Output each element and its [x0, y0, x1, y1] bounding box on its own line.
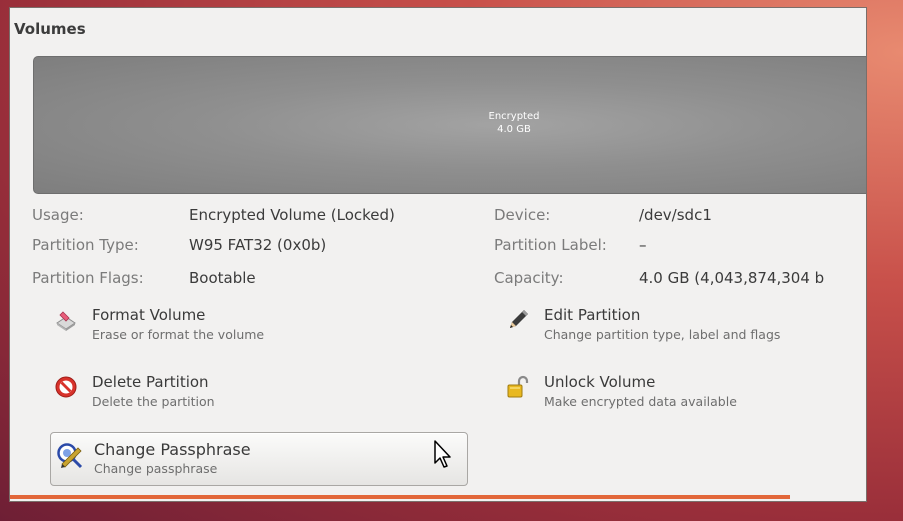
delete-partition-title: Delete Partition	[92, 373, 209, 391]
volume-size: 4.0 GB	[497, 124, 531, 135]
mouse-cursor-icon	[434, 440, 451, 468]
volumes-heading: Volumes	[14, 20, 86, 38]
change-passphrase-button[interactable]: Change Passphrase Change passphrase	[50, 432, 468, 486]
unlock-volume-subtitle: Make encrypted data available	[544, 394, 737, 409]
capacity-value: 4.0 GB (4,043,874,304 b	[639, 269, 825, 287]
change-passphrase-title: Change Passphrase	[94, 440, 251, 459]
volume-label: Encrypted 4.0 GB	[414, 110, 614, 136]
format-volume-subtitle: Erase or format the volume	[92, 327, 265, 342]
device-label: Device:	[494, 206, 551, 224]
passphrase-key-icon	[57, 443, 83, 469]
unlock-icon	[507, 375, 529, 398]
volume-name: Encrypted	[488, 111, 540, 122]
device-value: /dev/sdc1	[639, 206, 712, 224]
capacity-label: Capacity:	[494, 269, 564, 287]
unlock-volume-title: Unlock Volume	[544, 373, 656, 391]
edit-partition-subtitle: Change partition type, label and flags	[544, 327, 781, 342]
pencil-icon	[510, 310, 528, 328]
delete-partition-button[interactable]: Delete Partition Delete the partition	[54, 373, 434, 421]
edit-partition-title: Edit Partition	[544, 306, 641, 324]
change-passphrase-subtitle: Change passphrase	[94, 461, 218, 476]
usage-label: Usage:	[32, 206, 84, 224]
partition-label-label: Partition Label:	[494, 236, 607, 254]
partition-flags-label: Partition Flags:	[32, 269, 144, 287]
partition-type-value: W95 FAT32 (0x0b)	[189, 236, 327, 254]
format-volume-button[interactable]: Format Volume Erase or format the volume	[54, 306, 434, 354]
partition-label-value: –	[639, 236, 647, 254]
unlock-volume-button[interactable]: Unlock Volume Make encrypted data availa…	[506, 373, 856, 421]
volume-partition-block[interactable]: Encrypted 4.0 GB	[33, 56, 866, 194]
progress-accent-line	[10, 495, 790, 499]
edit-partition-button[interactable]: Edit Partition Change partition type, la…	[506, 306, 856, 354]
usage-value: Encrypted Volume (Locked)	[189, 206, 395, 224]
disk-utility-window: Volumes Encrypted 4.0 GB Usage: Encrypte…	[9, 7, 867, 502]
delete-icon	[55, 376, 77, 398]
delete-partition-subtitle: Delete the partition	[92, 394, 215, 409]
format-drive-icon	[56, 311, 76, 331]
partition-type-label: Partition Type:	[32, 236, 139, 254]
format-volume-title: Format Volume	[92, 306, 206, 324]
partition-flags-value: Bootable	[189, 269, 256, 287]
